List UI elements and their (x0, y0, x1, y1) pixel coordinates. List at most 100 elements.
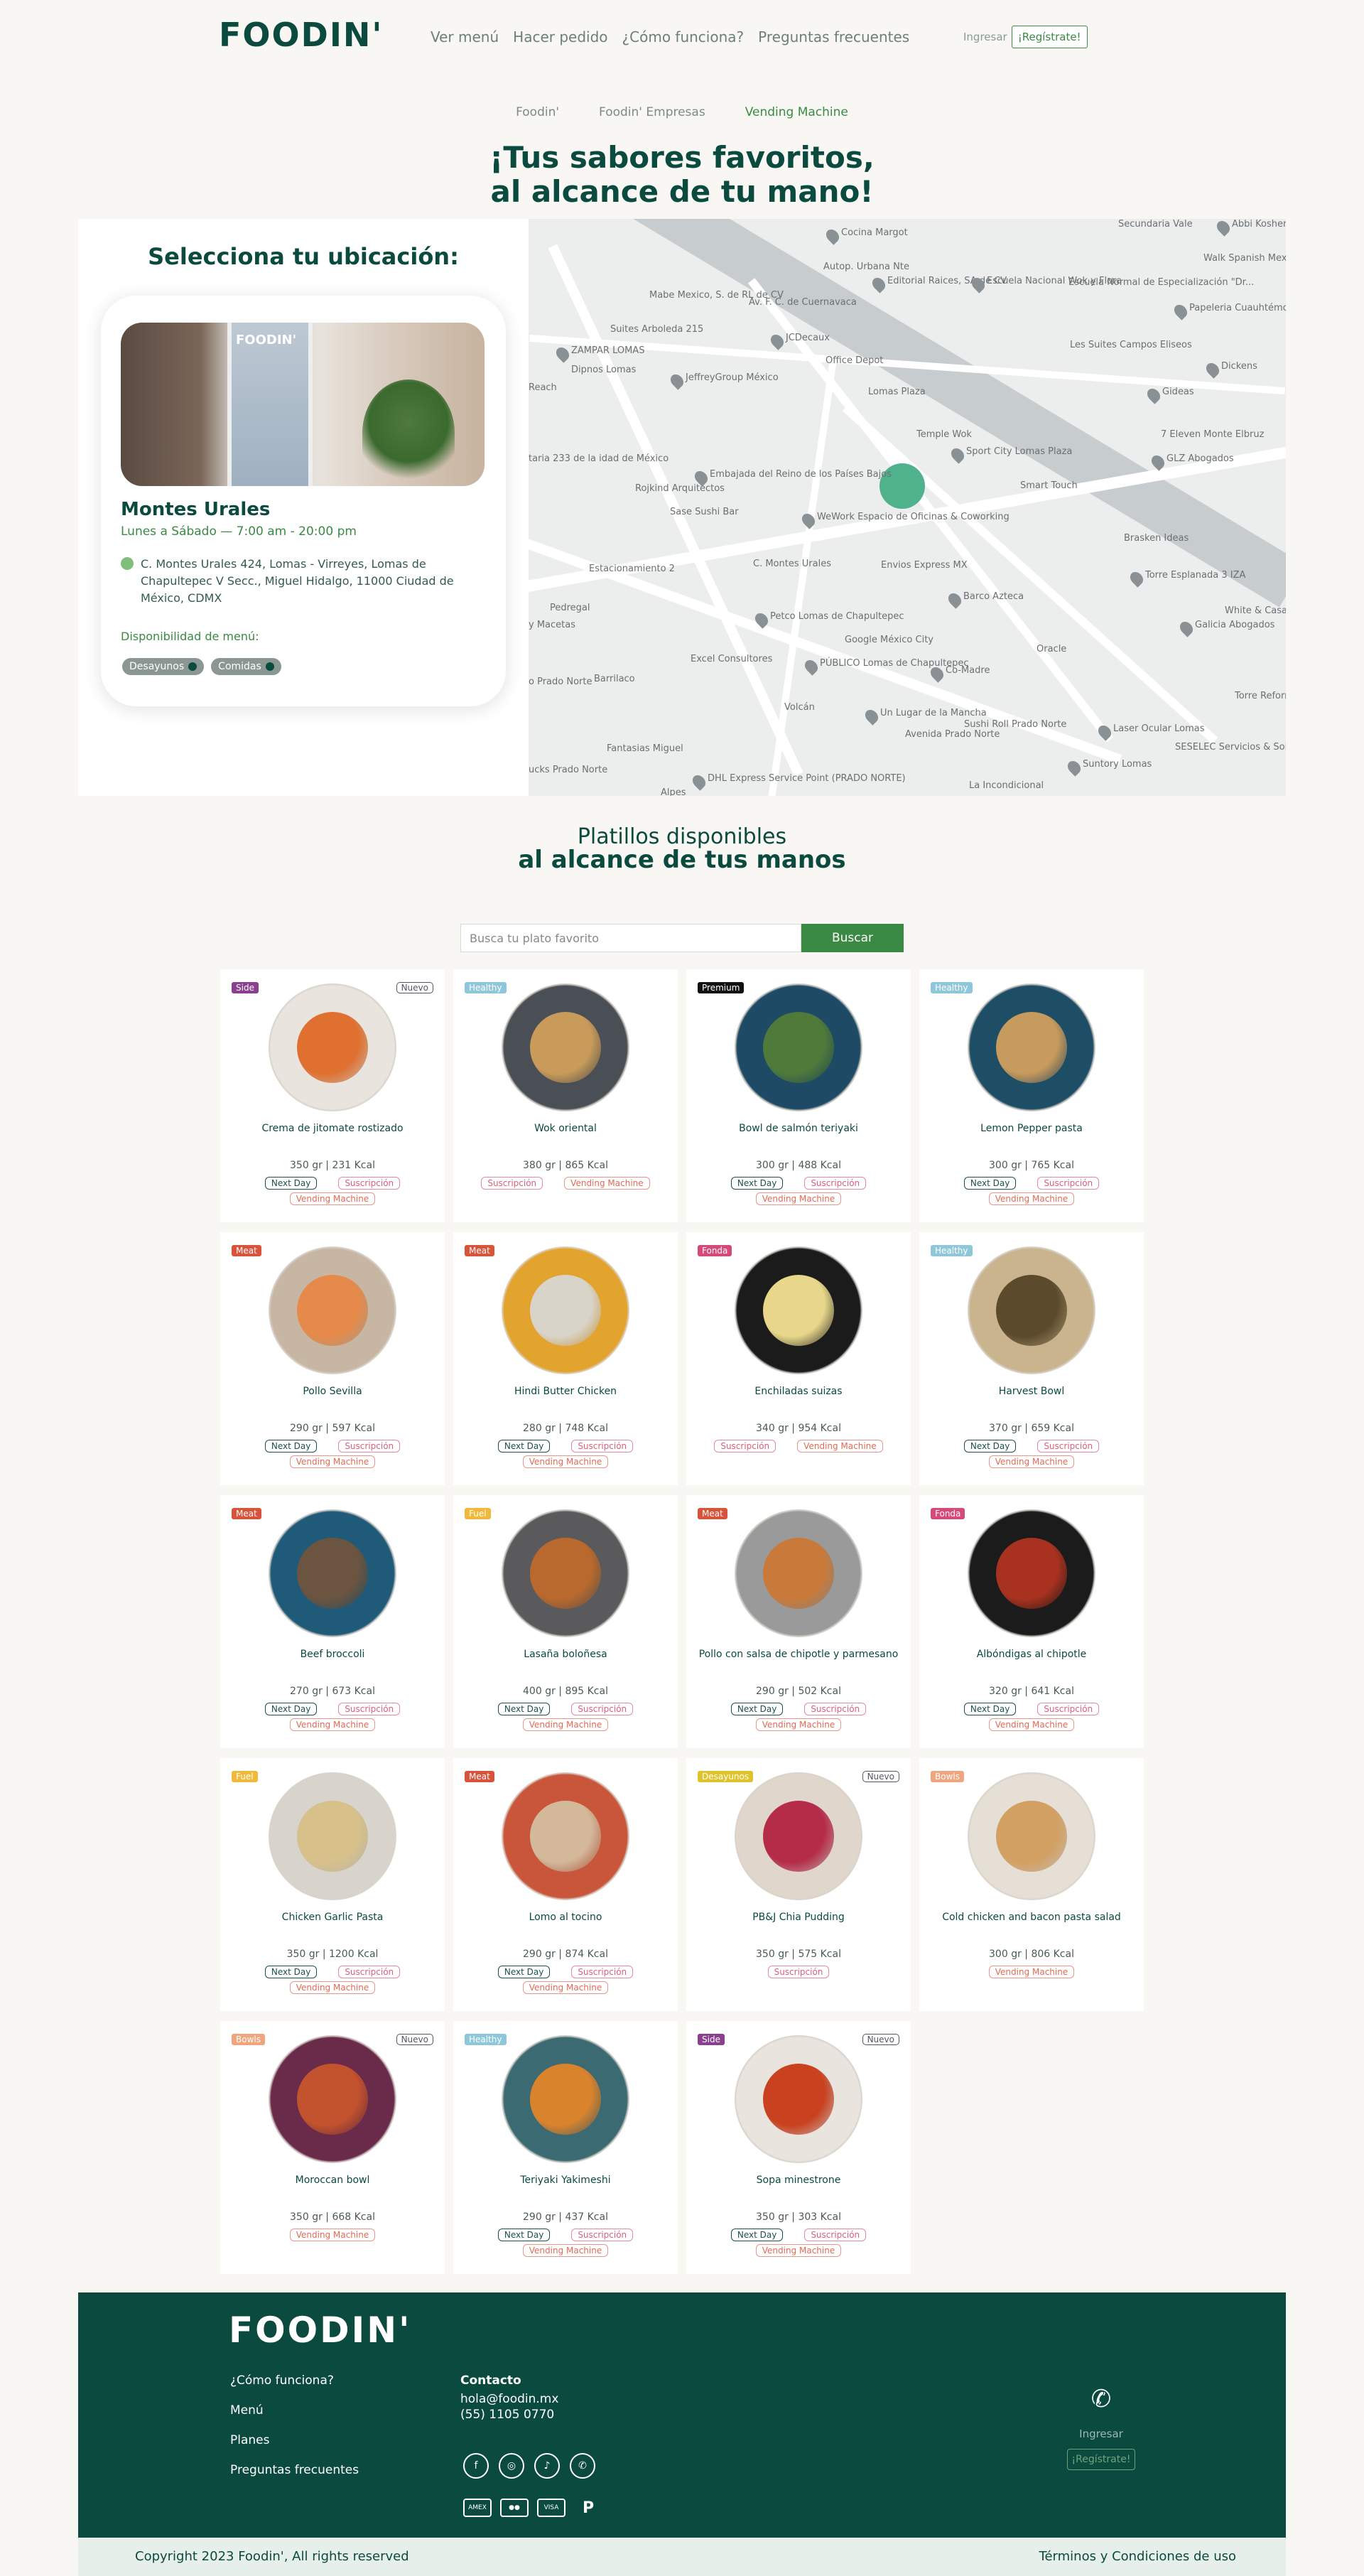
footer-register-button[interactable]: ¡Regístrate! (1066, 2449, 1136, 2470)
map-pin-icon[interactable] (1065, 758, 1083, 777)
dish-card[interactable]: Fonda Albóndigas al chipotle 320 gr | 641 … (919, 1495, 1144, 1748)
dish-name[interactable]: Cold chicken and bacon pasta salad (919, 1912, 1144, 1923)
contact-email[interactable]: hola@foodin.mx (460, 2392, 558, 2406)
dish-image[interactable] (502, 983, 629, 1111)
footer-link-faq[interactable]: Preguntas frecuentes (230, 2463, 359, 2477)
dish-image[interactable] (968, 1772, 1095, 1900)
map-pin-icon[interactable] (870, 275, 888, 293)
location-map[interactable]: Cocina Margot Secundaria Vale Abbi Kosher … (529, 219, 1286, 796)
dish-card[interactable]: Fuel Chicken Garlic Pasta 350 gr | 1200 Kc… (220, 1758, 445, 2011)
contact-phone[interactable]: (55) 1105 0770 (460, 2408, 558, 2422)
map-pin-icon[interactable] (1214, 219, 1233, 237)
dish-card[interactable]: Meat Lomo al tocino 290 gr | 874 Kcal Next … (453, 1758, 678, 2011)
location-card[interactable]: FOODIN' Montes Urales Lunes a Sábado — 7… (101, 296, 506, 706)
tiktok-icon[interactable]: ♪ (534, 2453, 560, 2479)
footer-login-link[interactable]: Ingresar (1044, 2427, 1158, 2440)
dish-name[interactable]: Bowl de salmón teriyaki (686, 1123, 911, 1134)
dish-image[interactable] (735, 2035, 862, 2163)
dish-card[interactable]: Fonda Enchiladas suizas 340 gr | 954 Kcal S… (686, 1232, 911, 1485)
dish-card[interactable]: Bowls Cold chicken and bacon pasta salad 3… (919, 1758, 1144, 2011)
dish-name[interactable]: Pollo Sevilla (220, 1386, 445, 1397)
foodin-logo[interactable]: FOODIN' (219, 16, 384, 54)
map-pin-icon[interactable] (768, 332, 786, 350)
dish-name[interactable]: Albóndigas al chipotle (919, 1649, 1144, 1660)
map-pin-icon[interactable] (1127, 569, 1146, 588)
dish-image[interactable] (269, 1509, 396, 1637)
dish-image[interactable] (269, 2035, 396, 2163)
dish-image[interactable] (269, 983, 396, 1111)
dish-card[interactable]: Healthy Harvest Bowl 370 gr | 659 Kcal Next… (919, 1232, 1144, 1485)
dish-name[interactable]: Beef broccoli (220, 1649, 445, 1660)
dish-name[interactable]: Enchiladas suizas (686, 1386, 911, 1397)
map-pin-icon[interactable] (690, 772, 708, 791)
map-pin-icon[interactable] (668, 372, 686, 390)
footer-logo[interactable]: FOODIN' (229, 2310, 411, 2351)
dish-card[interactable]: Side Nuevo Sopa minestrone 350 gr | 303 Kca… (686, 2021, 911, 2274)
dish-image[interactable] (968, 983, 1095, 1111)
dish-image[interactable] (502, 1772, 629, 1900)
map-pin-icon[interactable] (946, 591, 964, 609)
dish-card[interactable]: Meat Pollo con salsa de chipotle y parmes… (686, 1495, 911, 1748)
map-pin-icon[interactable] (862, 707, 881, 726)
map-pin-icon[interactable] (1144, 386, 1163, 404)
instagram-icon[interactable]: ◎ (499, 2453, 524, 2479)
dish-card[interactable]: Meat Beef broccoli 270 gr | 673 Kcal Next D… (220, 1495, 445, 1748)
nav-hacer-pedido[interactable]: Hacer pedido (513, 28, 607, 45)
dish-name[interactable]: Teriyaki Yakimeshi (453, 2174, 678, 2186)
dish-card[interactable]: Healthy Wok oriental 380 gr | 865 Kcal Susc… (453, 969, 678, 1222)
dish-card[interactable]: Fuel Lasaña boloñesa 400 gr | 895 Kcal Next… (453, 1495, 678, 1748)
search-button[interactable]: Buscar (801, 924, 904, 952)
dish-name[interactable]: Crema de jitomate rostizado (220, 1123, 445, 1134)
dish-image[interactable] (735, 1246, 862, 1374)
dish-image[interactable] (269, 1772, 396, 1900)
dish-name[interactable]: Lomo al tocino (453, 1912, 678, 1923)
footer-link-planes[interactable]: Planes (230, 2433, 359, 2447)
dish-name[interactable]: Lasaña boloñesa (453, 1649, 678, 1660)
dish-image[interactable] (269, 1246, 396, 1374)
register-button[interactable]: ¡Regístrate! (1011, 26, 1088, 48)
dish-name[interactable]: Wok oriental (453, 1123, 678, 1134)
nav-preguntas-frecuentes[interactable]: Preguntas frecuentes (758, 28, 909, 45)
map-pin-icon[interactable] (823, 227, 842, 245)
dish-card[interactable]: Healthy Teriyaki Yakimeshi 290 gr | 437 Kc… (453, 2021, 678, 2274)
login-link[interactable]: Ingresar (963, 31, 1007, 43)
chip-comidas[interactable]: Comidas (211, 658, 281, 675)
chip-desayunos[interactable]: Desayunos (122, 658, 205, 675)
dish-name[interactable]: PB&J Chia Pudding (686, 1912, 911, 1923)
dish-card[interactable]: Side Nuevo Crema de jitomate rostizado 350 … (220, 969, 445, 1222)
dish-image[interactable] (502, 1509, 629, 1637)
map-pin-icon[interactable] (1177, 619, 1196, 637)
dish-name[interactable]: Lemon Pepper pasta (919, 1123, 1144, 1134)
map-pin-icon[interactable] (553, 345, 572, 363)
map-pin-icon[interactable] (1203, 360, 1222, 379)
terms-link[interactable]: Términos y Condiciones de uso (1039, 2549, 1236, 2564)
dish-image[interactable] (968, 1246, 1095, 1374)
subnav-vending-machine[interactable]: Vending Machine (745, 105, 848, 119)
nav-ver-menu[interactable]: Ver menú (431, 28, 499, 45)
dish-card[interactable]: Meat Hindi Butter Chicken 280 gr | 748 Kca… (453, 1232, 678, 1485)
dish-name[interactable]: Hindi Butter Chicken (453, 1386, 678, 1397)
map-pin-icon[interactable] (1171, 302, 1190, 320)
dish-card[interactable]: Healthy Lemon Pepper pasta 300 gr | 765 Kc… (919, 969, 1144, 1222)
footer-link-menu[interactable]: Menú (230, 2403, 359, 2418)
dish-image[interactable] (735, 1772, 862, 1900)
dish-card[interactable]: Meat Pollo Sevilla 290 gr | 597 Kcal Next D… (220, 1232, 445, 1485)
facebook-icon[interactable]: f (463, 2453, 489, 2479)
dish-image[interactable] (735, 983, 862, 1111)
footer-link-como-funciona[interactable]: ¿Cómo funciona? (230, 2373, 359, 2388)
dish-card[interactable]: Premium Bowl de salmón teriyaki 300 gr | 4… (686, 969, 911, 1222)
subnav-foodin[interactable]: Foodin' (516, 105, 559, 119)
phone-icon[interactable]: ✆ (1044, 2385, 1158, 2413)
dish-image[interactable] (502, 1246, 629, 1374)
map-pin-icon[interactable] (948, 446, 967, 464)
dish-image[interactable] (502, 2035, 629, 2163)
dish-image[interactable] (735, 1509, 862, 1637)
dish-name[interactable]: Sopa minestrone (686, 2174, 911, 2186)
dish-card[interactable]: Desayunos Nuevo PB&J Chia Pudding 350 gr | … (686, 1758, 911, 2011)
whatsapp-icon[interactable]: ✆ (570, 2453, 595, 2479)
dish-image[interactable] (968, 1509, 1095, 1637)
nav-como-funciona[interactable]: ¿Cómo funciona? (622, 28, 745, 45)
map-pin-icon[interactable] (802, 657, 821, 676)
dish-name[interactable]: Chicken Garlic Pasta (220, 1912, 445, 1923)
dish-name[interactable]: Harvest Bowl (919, 1386, 1144, 1397)
